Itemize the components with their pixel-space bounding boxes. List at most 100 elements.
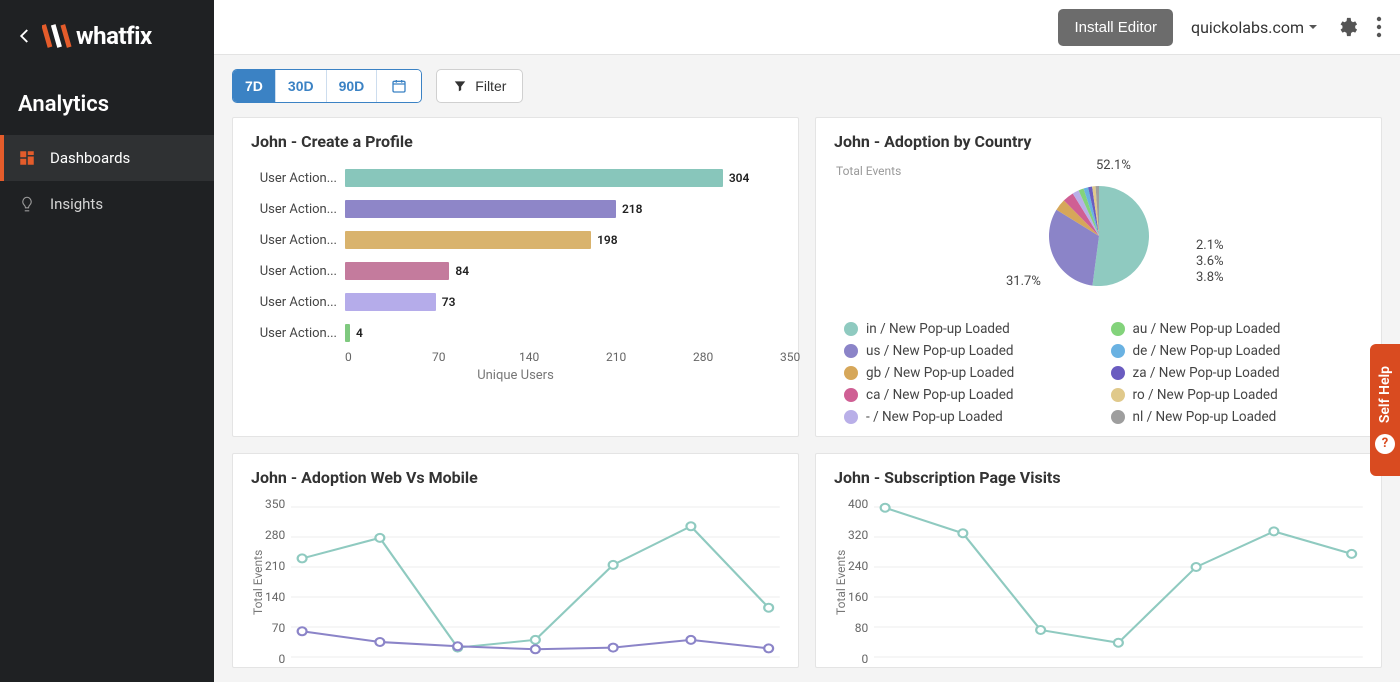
bar-label: User Action... <box>251 171 337 186</box>
dashboard-grid: John - Create a Profile User Action... 3… <box>214 103 1400 682</box>
legend-label: us / New Pop-up Loaded <box>866 343 1013 359</box>
legend-item: za / New Pop-up Loaded <box>1111 365 1354 381</box>
sidebar-item-label: Dashboards <box>50 149 130 167</box>
data-point <box>687 522 696 530</box>
sidebar-item-label: Insights <box>50 195 103 213</box>
install-editor-button[interactable]: Install Editor <box>1058 9 1173 46</box>
line-series <box>302 526 769 647</box>
bar-fill <box>345 262 449 280</box>
date-range-segmented: 7D 30D 90D <box>232 69 422 103</box>
y-ticks: 350280210140700 <box>265 497 291 667</box>
settings-icon[interactable] <box>1336 16 1358 38</box>
card-title: John - Adoption by Country <box>834 132 1363 151</box>
filter-label: Filter <box>475 78 506 94</box>
bar-track: 84 <box>345 262 780 280</box>
bar-value: 198 <box>597 233 618 247</box>
card-create-profile: John - Create a Profile User Action... 3… <box>232 117 799 437</box>
bar-row: User Action... 73 <box>251 293 780 311</box>
sidebar: whatfix Analytics Dashboards Insights <box>0 0 214 682</box>
bar-track: 73 <box>345 293 780 311</box>
y-tick: 80 <box>855 621 869 635</box>
more-icon[interactable] <box>1376 16 1382 38</box>
data-point <box>1192 563 1201 571</box>
data-point <box>298 627 307 635</box>
bulb-icon <box>18 195 36 213</box>
legend-item: nl / New Pop-up Loaded <box>1111 409 1354 425</box>
legend-label: ca / New Pop-up Loaded <box>866 387 1013 403</box>
legend-swatch <box>844 366 858 380</box>
data-point <box>881 503 890 511</box>
bar-track: 218 <box>345 200 780 218</box>
x-axis-label: Unique Users <box>251 368 780 383</box>
x-tick: 140 <box>519 350 606 364</box>
funnel-icon <box>453 79 467 93</box>
pie-chart <box>834 161 1363 311</box>
sidebar-item-insights[interactable]: Insights <box>0 181 214 227</box>
card-subscription-visits: John - Subscription Page Visits Total Ev… <box>815 453 1382 669</box>
filter-button[interactable]: Filter <box>436 69 523 103</box>
caret-down-icon <box>1308 22 1318 32</box>
legend-swatch <box>1111 322 1125 336</box>
bar-fill <box>345 200 616 218</box>
bar-track: 198 <box>345 231 780 249</box>
calendar-icon <box>391 78 407 94</box>
legend-item: gb / New Pop-up Loaded <box>844 365 1087 381</box>
domain-label: quickolabs.com <box>1191 18 1304 37</box>
bar-track: 304 <box>345 169 780 187</box>
legend-item: - / New Pop-up Loaded <box>844 409 1087 425</box>
domain-dropdown[interactable]: quickolabs.com <box>1191 18 1318 37</box>
pie-annotation: 3.8% <box>1196 270 1224 285</box>
data-point <box>764 603 773 611</box>
back-icon[interactable] <box>16 27 34 45</box>
legend-label: nl / New Pop-up Loaded <box>1133 409 1277 425</box>
data-point <box>1036 626 1045 634</box>
y-axis-label: Total Events <box>834 497 848 667</box>
legend-item: au / New Pop-up Loaded <box>1111 321 1354 337</box>
x-tick: 70 <box>432 350 519 364</box>
line-series <box>885 507 1352 642</box>
legend-swatch <box>844 322 858 336</box>
legend-swatch <box>844 410 858 424</box>
x-tick: 0 <box>345 350 432 364</box>
y-tick: 320 <box>848 528 868 542</box>
data-point <box>298 554 307 562</box>
line-chart <box>291 497 780 667</box>
data-point <box>1347 549 1356 557</box>
brand-logo[interactable]: whatfix <box>42 22 152 50</box>
legend-label: de / New Pop-up Loaded <box>1133 343 1281 359</box>
pie-legend: in / New Pop-up Loaded au / New Pop-up Lo… <box>834 321 1363 425</box>
range-7d[interactable]: 7D <box>233 70 276 102</box>
range-custom[interactable] <box>377 70 421 102</box>
bar-label: User Action... <box>251 264 337 279</box>
sidebar-header: whatfix <box>0 0 214 68</box>
bar-value: 218 <box>622 202 643 216</box>
toolbar: 7D 30D 90D Filter <box>214 55 1400 103</box>
sidebar-item-dashboards[interactable]: Dashboards <box>0 135 214 181</box>
data-point <box>453 642 462 650</box>
pie-annotation: 3.6% <box>1196 254 1224 269</box>
bar-row: User Action... 198 <box>251 231 780 249</box>
y-tick: 240 <box>848 559 868 573</box>
legend-item: in / New Pop-up Loaded <box>844 321 1087 337</box>
y-tick: 70 <box>272 621 286 635</box>
bar-fill <box>345 231 591 249</box>
data-point <box>531 635 540 643</box>
data-point <box>376 638 385 646</box>
bar-fill <box>345 169 723 187</box>
data-point <box>609 560 618 568</box>
bar-value: 73 <box>442 295 456 309</box>
legend-label: in / New Pop-up Loaded <box>866 321 1010 337</box>
bar-label: User Action... <box>251 295 337 310</box>
card-title: John - Subscription Page Visits <box>834 468 1363 487</box>
data-point <box>687 635 696 643</box>
legend-item: us / New Pop-up Loaded <box>844 343 1087 359</box>
bar-chart: User Action... 304 User Action... 218 Us… <box>251 169 780 342</box>
y-ticks: 400320240160800 <box>848 497 874 667</box>
page-title: Analytics <box>0 68 214 135</box>
legend-label: au / New Pop-up Loaded <box>1133 321 1281 337</box>
y-tick: 210 <box>265 559 285 573</box>
self-help-tab[interactable]: Self Help ? <box>1370 344 1400 476</box>
range-90d[interactable]: 90D <box>327 70 378 102</box>
range-30d[interactable]: 30D <box>276 70 327 102</box>
data-point <box>609 643 618 651</box>
